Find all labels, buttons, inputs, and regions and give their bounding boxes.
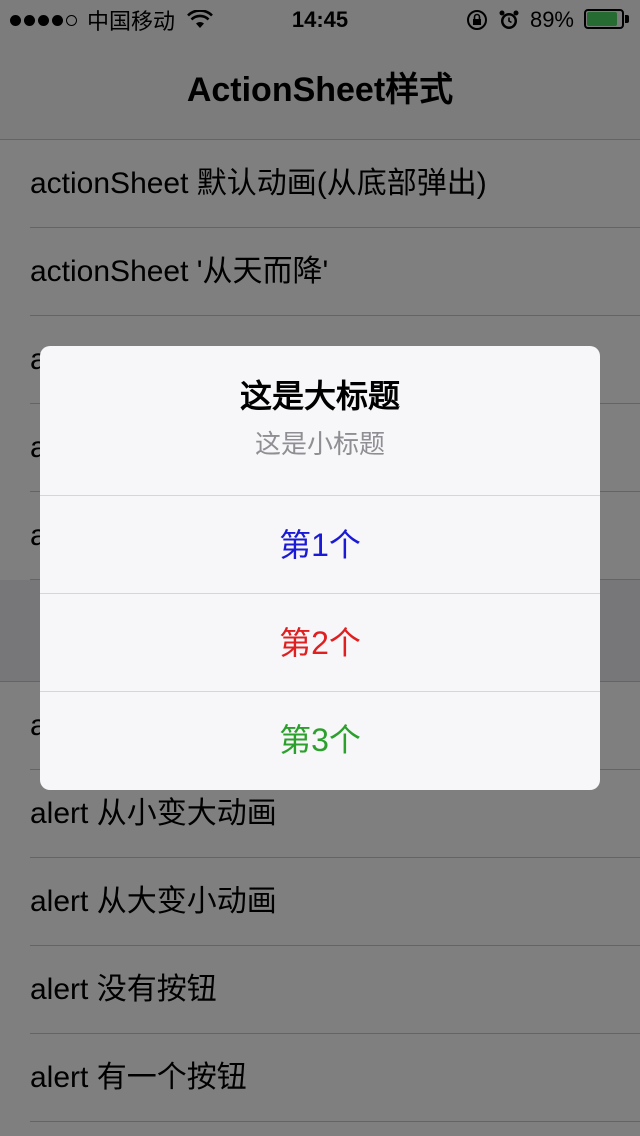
alert-dialog: 这是大标题 这是小标题 第1个 第2个 第3个: [40, 346, 600, 790]
alert-header: 这是大标题 这是小标题: [40, 346, 600, 496]
alert-button-1[interactable]: 第1个: [40, 496, 600, 594]
screen: 中国移动 14:45 89%: [0, 0, 640, 1136]
alert-button-3[interactable]: 第3个: [40, 692, 600, 788]
alert-subtitle: 这是小标题: [254, 429, 385, 459]
alert-button-2[interactable]: 第2个: [40, 594, 600, 692]
alert-title: 这是大标题: [239, 378, 400, 414]
